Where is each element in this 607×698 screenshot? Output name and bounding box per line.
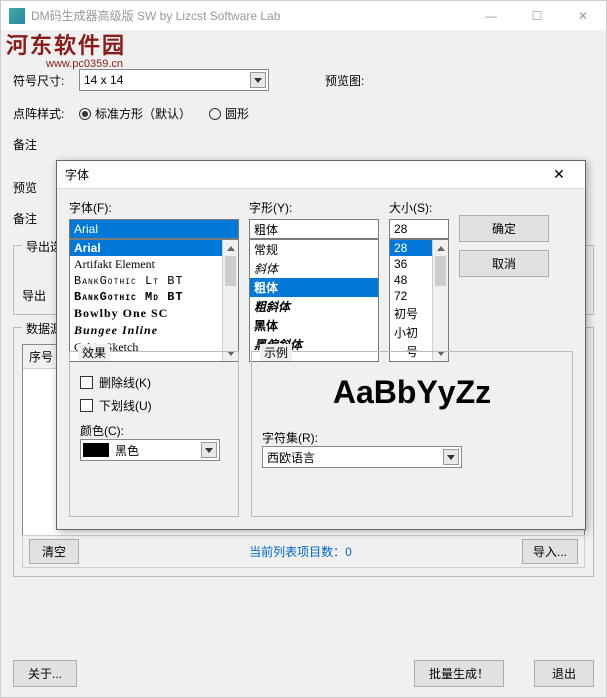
font-list-scrollbar[interactable] bbox=[222, 240, 238, 361]
font-item-bankgothic-lt[interactable]: BankGothic Lt BT bbox=[70, 273, 238, 289]
chevron-down-icon[interactable] bbox=[201, 442, 217, 458]
chevron-down-icon[interactable] bbox=[443, 449, 459, 465]
font-family-column: 字体(F): Arial Artifakt Element BankGothic… bbox=[69, 199, 239, 362]
font-size-label: 大小(S): bbox=[389, 199, 449, 216]
font-style-label: 字形(Y): bbox=[249, 199, 379, 216]
strikeout-checkbox[interactable] bbox=[80, 376, 93, 389]
scroll-thumb[interactable] bbox=[435, 256, 446, 286]
scroll-up-icon[interactable] bbox=[433, 240, 448, 256]
radio-circle[interactable]: 圆形 bbox=[209, 105, 249, 122]
font-item-arial[interactable]: Arial bbox=[70, 240, 238, 256]
style-item-bold[interactable]: 粗体 bbox=[250, 278, 378, 297]
color-label: 颜色(C): bbox=[80, 422, 228, 439]
window-title: DM码生成器高级版 SW by Lizcst Software Lab bbox=[31, 7, 468, 24]
sample-text: AaBbYyZz bbox=[262, 374, 562, 411]
effects-label: 效果 bbox=[78, 344, 110, 361]
export-label: 导出 bbox=[22, 287, 46, 304]
import-button[interactable]: 导入... bbox=[522, 539, 578, 564]
main-titlebar: DM码生成器高级版 SW by Lizcst Software Lab — ☐ … bbox=[1, 1, 606, 31]
exit-button[interactable]: 退出 bbox=[534, 660, 594, 687]
font-dialog: 字体 ✕ 字体(F): Arial Artifakt Element BankG… bbox=[56, 160, 586, 530]
preview-label: 预览图: bbox=[325, 72, 364, 89]
font-size-list[interactable]: 28 36 48 72 初号 小初 一号 bbox=[389, 239, 449, 362]
radio-square-label: 标准方形（默认） bbox=[95, 105, 191, 122]
effects-group: 效果 删除线(K) 下划线(U) 颜色(C): 黑色 bbox=[69, 351, 239, 517]
maximize-button[interactable]: ☐ bbox=[514, 1, 560, 31]
font-style-column: 字形(Y): 常规 斜体 粗体 粗斜体 黑体 黑偏斜体 bbox=[249, 199, 379, 362]
chevron-down-icon[interactable] bbox=[250, 72, 266, 88]
cancel-button[interactable]: 取消 bbox=[459, 250, 549, 277]
clear-button[interactable]: 清空 bbox=[29, 539, 79, 564]
app-icon bbox=[9, 8, 25, 24]
symbol-size-value: 14 x 14 bbox=[84, 73, 123, 87]
size-list-scrollbar[interactable] bbox=[432, 240, 448, 361]
sample-group: 示例 AaBbYyZz 字符集(R): 西欧语言 bbox=[251, 351, 573, 517]
about-button[interactable]: 关于... bbox=[13, 660, 77, 687]
radio-icon bbox=[209, 108, 221, 120]
font-item-bungee[interactable]: Bungee Inline bbox=[70, 322, 238, 339]
font-dialog-close-button[interactable]: ✕ bbox=[541, 162, 577, 188]
scroll-up-icon[interactable] bbox=[223, 240, 238, 256]
script-label: 字符集(R): bbox=[262, 429, 562, 446]
status-text: 当前列表项目数：0 bbox=[79, 543, 522, 560]
sample-label: 示例 bbox=[260, 344, 292, 361]
radio-icon bbox=[79, 108, 91, 120]
style-item-italic[interactable]: 斜体 bbox=[250, 259, 378, 278]
underline-checkbox-row[interactable]: 下划线(U) bbox=[80, 397, 228, 414]
font-dialog-title: 字体 bbox=[65, 166, 541, 183]
font-item-bankgothic-md[interactable]: BankGothic Md BT bbox=[70, 289, 238, 305]
symbol-size-combo[interactable]: 14 x 14 bbox=[79, 69, 269, 91]
script-combo[interactable]: 西欧语言 bbox=[262, 446, 462, 468]
strikeout-label: 删除线(K) bbox=[99, 374, 151, 391]
style-item-regular[interactable]: 常规 bbox=[250, 240, 378, 259]
style-item-black[interactable]: 黑体 bbox=[250, 316, 378, 335]
close-button[interactable]: ✕ bbox=[560, 1, 606, 31]
color-value: 黑色 bbox=[115, 442, 139, 459]
font-style-input[interactable] bbox=[249, 219, 379, 239]
strikeout-checkbox-row[interactable]: 删除线(K) bbox=[80, 374, 228, 391]
font-buttons-column: 确定 取消 bbox=[459, 199, 549, 362]
remark-label: 备注 bbox=[13, 136, 73, 153]
ok-button[interactable]: 确定 bbox=[459, 215, 549, 242]
font-item-artifakt[interactable]: Artifakt Element bbox=[70, 256, 238, 273]
radio-circle-label: 圆形 bbox=[225, 105, 249, 122]
font-family-input[interactable] bbox=[69, 219, 239, 239]
color-swatch bbox=[83, 443, 109, 457]
color-combo[interactable]: 黑色 bbox=[80, 439, 220, 461]
font-item-bowlby[interactable]: Bowlby One SC bbox=[70, 305, 238, 322]
scroll-thumb[interactable] bbox=[225, 256, 236, 286]
style-item-bolditalic[interactable]: 粗斜体 bbox=[250, 297, 378, 316]
symbol-size-label: 符号尺寸: bbox=[13, 72, 73, 89]
underline-checkbox[interactable] bbox=[80, 399, 93, 412]
radio-square[interactable]: 标准方形（默认） bbox=[79, 105, 191, 122]
font-size-input[interactable] bbox=[389, 219, 449, 239]
font-dialog-titlebar: 字体 ✕ bbox=[57, 161, 585, 189]
dotmatrix-label: 点阵样式: bbox=[13, 105, 73, 122]
minimize-button[interactable]: — bbox=[468, 1, 514, 31]
batch-generate-button[interactable]: 批量生成！ bbox=[414, 660, 504, 687]
script-value: 西欧语言 bbox=[267, 449, 315, 466]
font-family-label: 字体(F): bbox=[69, 199, 239, 216]
underline-label: 下划线(U) bbox=[99, 397, 152, 414]
font-size-column: 大小(S): 28 36 48 72 初号 小初 一号 bbox=[389, 199, 449, 362]
